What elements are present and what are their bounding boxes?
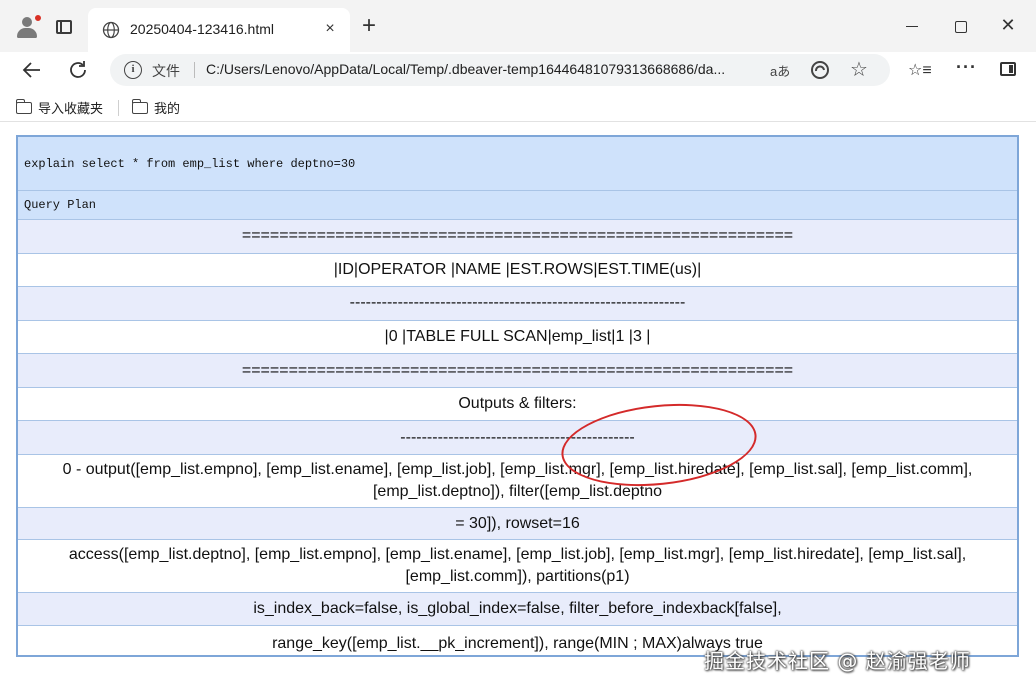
column-header: Query Plan: [16, 190, 1019, 220]
watermark-text: 掘金技术社区 @ 赵渝强老师: [704, 649, 971, 673]
table-row: |0 |TABLE FULL SCAN|emp_list|1 |3 |: [16, 319, 1019, 355]
plan-line: 0 - output([emp_list.empno], [emp_list.e…: [16, 453, 1019, 508]
browser-essentials-icon[interactable]: [810, 60, 830, 80]
favorite-star-icon[interactable]: ☆: [850, 57, 868, 82]
favorites-icon[interactable]: ☆≡: [908, 60, 932, 80]
bookmarks-bar: 导入收藏夹 我的: [0, 92, 1036, 122]
plan-line: ----------------------------------------…: [16, 286, 1019, 321]
table-row: explain select * from emp_list where dep…: [16, 135, 1019, 192]
table-row: |ID|OPERATOR |NAME |EST.ROWS|EST.TIME(us…: [16, 252, 1019, 288]
maximize-icon[interactable]: [950, 16, 970, 36]
table-row: Outputs & filters:: [16, 386, 1019, 422]
page-content: explain select * from emp_list where dep…: [0, 123, 1036, 693]
plan-line: |0 |TABLE FULL SCAN|emp_list|1 |3 |: [16, 319, 1019, 355]
more-options-icon[interactable]: ···: [956, 57, 977, 78]
url-text[interactable]: C:/Users/Lenovo/AppData/Local/Temp/.dbea…: [206, 61, 766, 77]
tab-title: 20250404-123416.html: [130, 21, 275, 37]
folder-icon: [131, 99, 148, 114]
minimize-icon[interactable]: [902, 16, 922, 36]
globe-icon: [102, 21, 120, 39]
plan-line: is_index_back=false, is_global_index=fal…: [16, 592, 1019, 626]
bookmark-folder-mine[interactable]: 我的: [131, 98, 181, 117]
plan-line: ----------------------------------------…: [16, 420, 1019, 455]
bookmark-import-favorites[interactable]: 导入收藏夹: [15, 98, 104, 117]
table-row: ----------------------------------------…: [16, 420, 1019, 455]
file-scheme-label: 文件: [152, 63, 180, 79]
back-arrow-icon[interactable]: [20, 58, 44, 82]
query-plan-table: explain select * from emp_list where dep…: [16, 135, 1019, 657]
table-row: = 30]), rowset=16: [16, 506, 1019, 541]
plan-line: ========================================…: [16, 218, 1019, 254]
query-text: explain select * from emp_list where dep…: [16, 135, 1019, 192]
table-row: 0 - output([emp_list.empno], [emp_list.e…: [16, 453, 1019, 508]
plan-line: |ID|OPERATOR |NAME |EST.ROWS|EST.TIME(us…: [16, 252, 1019, 288]
notification-dot: [34, 14, 42, 22]
table-row: ----------------------------------------…: [16, 286, 1019, 321]
close-window-icon[interactable]: ✕: [998, 16, 1018, 36]
info-icon[interactable]: i: [124, 61, 142, 79]
tab-actions-icon[interactable]: [56, 20, 72, 34]
reload-icon[interactable]: [66, 58, 90, 82]
plan-line: Outputs & filters:: [16, 386, 1019, 422]
table-row: ========================================…: [16, 353, 1019, 388]
plan-line: access([emp_list.deptno], [emp_list.empn…: [16, 539, 1019, 594]
tab-bar: 20250404-123416.html × + ✕: [0, 0, 1036, 52]
sidebar-toggle-icon[interactable]: [1000, 62, 1016, 76]
close-tab-icon[interactable]: ×: [320, 19, 340, 39]
bookmark-import-label: 导入收藏夹: [38, 101, 104, 116]
table-row: is_index_back=false, is_global_index=fal…: [16, 592, 1019, 626]
folder-icon: [15, 99, 32, 114]
read-aloud-icon[interactable]: aあ: [770, 61, 790, 80]
navigation-bar: i 文件 C:/Users/Lenovo/AppData/Local/Temp/…: [0, 52, 1036, 88]
plan-line: = 30]), rowset=16: [16, 506, 1019, 541]
bookmark-mine-label: 我的: [154, 101, 181, 116]
bookmark-divider: [118, 100, 119, 116]
table-row: Query Plan: [16, 190, 1019, 220]
table-row: ========================================…: [16, 218, 1019, 254]
tab-active[interactable]: 20250404-123416.html ×: [88, 8, 350, 52]
table-row: access([emp_list.deptno], [emp_list.empn…: [16, 539, 1019, 594]
address-bar[interactable]: i 文件 C:/Users/Lenovo/AppData/Local/Temp/…: [110, 54, 890, 86]
address-separator: [194, 62, 195, 78]
plan-line: ========================================…: [16, 353, 1019, 388]
profile-avatar-icon[interactable]: [14, 14, 42, 40]
new-tab-button[interactable]: +: [358, 14, 380, 38]
